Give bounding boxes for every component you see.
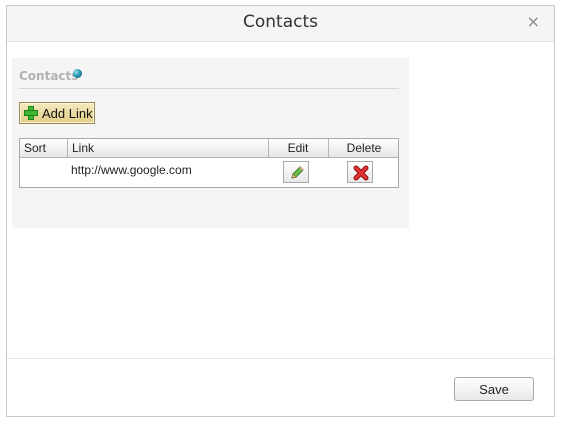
- add-link-button[interactable]: Add Link: [19, 102, 95, 124]
- contacts-dialog: Contacts × Contacts Add Link Sort Link E…: [6, 5, 555, 417]
- section-divider: [19, 88, 399, 89]
- edit-button[interactable]: [283, 161, 309, 183]
- globe-icon: [73, 69, 82, 78]
- pencil-icon: [291, 166, 304, 179]
- link-cell: http://www.google.com: [71, 163, 192, 177]
- save-button[interactable]: Save: [454, 377, 534, 401]
- dialog-title: Contacts: [243, 12, 318, 32]
- grid-header: Sort Link Edit Delete: [20, 139, 398, 158]
- red-x-icon: [353, 165, 369, 181]
- column-header-delete: Delete: [346, 141, 382, 155]
- column-header-link[interactable]: Link: [72, 141, 94, 155]
- add-link-label: Add Link: [42, 106, 93, 121]
- section-title: Contacts: [19, 69, 79, 83]
- column-header-sort[interactable]: Sort: [24, 141, 46, 155]
- close-icon[interactable]: ×: [527, 13, 540, 31]
- plus-icon: [24, 106, 38, 120]
- column-divider: [67, 139, 68, 157]
- links-grid: Sort Link Edit Delete http://www.google.…: [19, 138, 399, 188]
- footer-divider: [7, 358, 554, 359]
- column-header-edit: Edit: [287, 141, 309, 155]
- contacts-panel: Contacts Add Link Sort Link Edit Delete …: [12, 58, 409, 228]
- save-label: Save: [479, 382, 509, 397]
- dialog-header: Contacts ×: [7, 6, 554, 42]
- delete-button[interactable]: [347, 161, 373, 183]
